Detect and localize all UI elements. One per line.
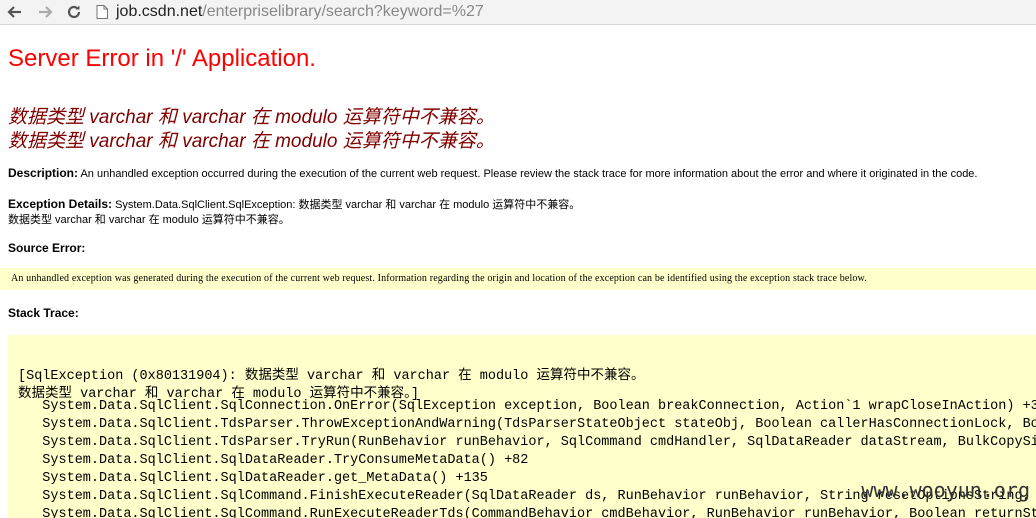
browser-toolbar: job.csdn.net/enterpriselibrary/search?ke… [0,0,1036,25]
source-error-box: An unhandled exception was generated dur… [0,268,1036,290]
error-message: 数据类型 varchar 和 varchar 在 modulo 运算符中不兼容。 [8,107,495,128]
exception-details-text: System.Data.SqlClient.SqlException: 数据类型… [112,199,581,211]
stack-trace-line: System.Data.SqlClient.SqlDataReader.TryC… [18,453,529,468]
stack-trace-line: System.Data.SqlClient.SqlConnection.OnEr… [18,399,1036,414]
stack-trace-label: Stack Trace: [8,306,79,320]
source-error-label: Source Error: [8,241,86,255]
error-page: Server Error in '/' Application. 数据类型 va… [0,25,1036,518]
exception-details-label: Exception Details: [8,197,113,211]
forward-button[interactable] [35,2,55,22]
stack-trace-line: System.Data.SqlClient.SqlCommand.RunExec… [18,507,1036,518]
error-message-repeat: 数据类型 varchar 和 varchar 在 modulo 运算符中不兼容。 [8,131,495,152]
exception-details-line: Exception Details: System.Data.SqlClient… [8,196,580,212]
arrow-right-icon [39,6,53,18]
url-path: /enterpriselibrary/search?keyword=%27 [202,3,484,20]
address-bar[interactable]: job.csdn.net/enterpriselibrary/search?ke… [96,1,484,23]
stack-trace-line: System.Data.SqlClient.TdsParser.TryRun(R… [18,435,1036,450]
description-text: An unhandled exception occurred during t… [78,168,978,180]
reload-button[interactable] [64,2,84,22]
arrow-left-icon [7,6,21,18]
exception-details-text-2: 数据类型 varchar 和 varchar 在 modulo 运算符中不兼容。 [8,214,290,226]
reload-icon [67,5,81,19]
back-button[interactable] [5,2,25,22]
watermark: www.wooyun.org [861,478,1030,502]
page-icon [96,5,108,19]
url-host: job.csdn.net [116,3,203,20]
description-line: Description: An unhandled exception occu… [8,166,978,180]
source-error-text: An unhandled exception was generated dur… [11,273,867,284]
stack-trace-line: System.Data.SqlClient.TdsParser.ThrowExc… [18,417,1036,432]
description-label: Description: [8,166,79,180]
page-title: Server Error in '/' Application. [8,45,316,72]
stack-trace-line: System.Data.SqlClient.SqlDataReader.get_… [18,471,488,486]
